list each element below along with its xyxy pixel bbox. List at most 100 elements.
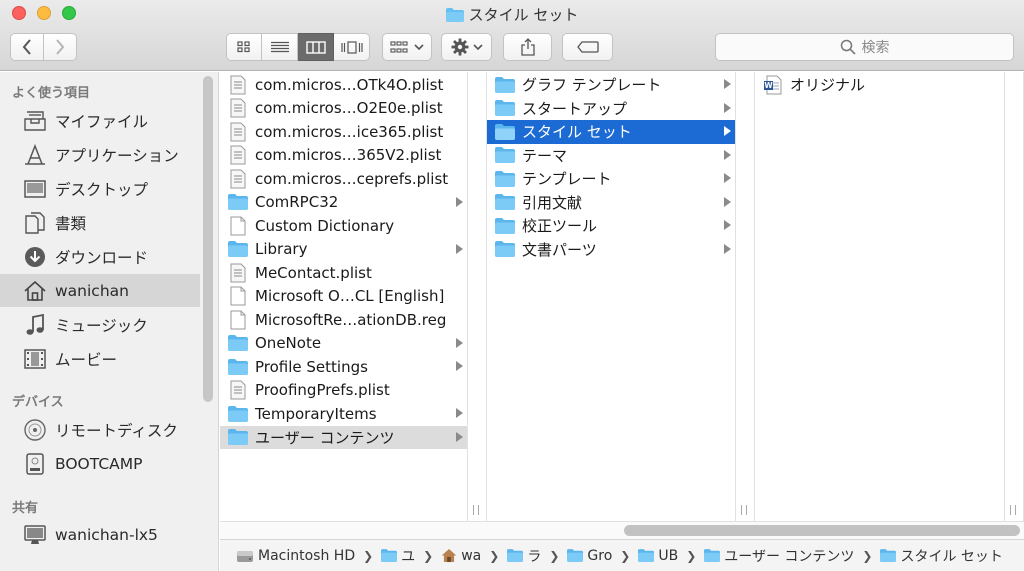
tags-button[interactable]: [562, 33, 613, 61]
column-view-button[interactable]: [298, 33, 334, 61]
column-2: グラフ テンプレート スタートアップ スタイル セット テーマ テンプレート 引…: [487, 72, 736, 521]
chevron-right-icon: [456, 361, 463, 371]
chevron-right-icon: [456, 431, 463, 442]
path-separator-icon: ❯: [620, 548, 631, 563]
forward-button[interactable]: [43, 33, 77, 61]
list-item[interactable]: 文書パーツ: [487, 238, 735, 262]
list-item[interactable]: com.micros…ceprefs.plist: [220, 167, 467, 191]
computer-icon: [23, 523, 47, 547]
svg-text:W: W: [764, 81, 773, 90]
hard-drive-icon: [236, 548, 254, 564]
chevron-down-icon: [472, 44, 483, 51]
list-item[interactable]: テンプレート: [487, 167, 735, 191]
arrange-button[interactable]: [382, 33, 432, 61]
list-icon: [270, 41, 289, 53]
path-item[interactable]: UB: [638, 548, 678, 564]
document-file-icon: [228, 216, 248, 236]
back-button[interactable]: [10, 33, 44, 61]
home-icon: [23, 279, 47, 303]
folder-icon: [567, 549, 584, 562]
search-field[interactable]: 検索: [715, 33, 1014, 61]
folder-icon: [495, 75, 515, 95]
list-item[interactable]: com.micros…OTk4O.plist: [220, 73, 467, 97]
list-item-selected[interactable]: ユーザー コンテンツ: [220, 425, 467, 449]
list-item[interactable]: 校正ツール: [487, 214, 735, 238]
sidebar-item-desktop[interactable]: デスクトップ: [0, 172, 200, 205]
sidebar-item-my-files[interactable]: マイファイル: [0, 104, 200, 137]
remote-disc-icon: [23, 418, 47, 442]
column-resize-handle[interactable]: [736, 72, 755, 521]
chevron-right-icon: [456, 408, 463, 418]
list-item[interactable]: テーマ: [487, 144, 735, 168]
sidebar-item-bootcamp[interactable]: BOOTCAMP: [0, 447, 200, 480]
cover-flow-view-button[interactable]: [334, 33, 370, 61]
horizontal-scrollbar[interactable]: [220, 521, 1024, 539]
list-item[interactable]: com.micros…365V2.plist: [220, 144, 467, 168]
path-separator-icon: ❯: [862, 548, 873, 563]
path-item[interactable]: ラ: [507, 546, 541, 566]
list-item[interactable]: スタートアップ: [487, 97, 735, 121]
sidebar-item-movies[interactable]: ムービー: [0, 342, 200, 375]
window-toolbar: スタイル セット 検索: [0, 0, 1024, 71]
sidebar-item-documents[interactable]: 書類: [0, 206, 200, 239]
list-item[interactable]: Custom Dictionary: [220, 214, 467, 238]
chevron-right-icon: [724, 79, 731, 89]
sidebar-scrollbar[interactable]: [203, 76, 213, 402]
list-item[interactable]: TemporaryItems: [220, 402, 467, 426]
folder-icon: [495, 192, 515, 212]
list-item[interactable]: MeContact.plist: [220, 261, 467, 285]
path-separator-icon: ❯: [423, 548, 434, 563]
list-item[interactable]: Microsoft O…CL [English]: [220, 285, 467, 309]
action-button[interactable]: [441, 33, 492, 61]
view-mode-control: [226, 33, 370, 61]
list-item[interactable]: Library: [220, 238, 467, 262]
resize-grip-icon: [1010, 505, 1016, 515]
chevron-right-icon: [724, 173, 731, 183]
list-view-button[interactable]: [262, 33, 298, 61]
folder-icon: [228, 192, 248, 212]
sidebar-item-downloads[interactable]: ダウンロード: [0, 240, 200, 273]
sidebar-item-wanichan-lx5[interactable]: wanichan-lx5: [0, 518, 200, 551]
folder-icon: [445, 8, 464, 26]
sidebar-item-home[interactable]: wanichan: [0, 274, 200, 307]
column-3: W オリジナル: [755, 72, 1005, 521]
share-button[interactable]: [503, 33, 552, 61]
arrange-icon: [390, 40, 408, 53]
list-item[interactable]: グラフ テンプレート: [487, 73, 735, 97]
folder-icon: [228, 333, 248, 353]
folder-icon: [495, 98, 515, 118]
document-file-icon: [228, 310, 248, 330]
path-item[interactable]: スタイル セット: [880, 546, 1003, 566]
folder-icon: [495, 122, 515, 142]
path-item[interactable]: Macintosh HD: [236, 548, 355, 564]
plist-file-icon: [228, 98, 248, 118]
path-item[interactable]: wa: [441, 548, 481, 564]
list-item[interactable]: ComRPC32: [220, 191, 467, 215]
path-item[interactable]: Gro: [567, 548, 612, 564]
icon-view-button[interactable]: [226, 33, 262, 61]
path-separator-icon: ❯: [686, 548, 697, 563]
sidebar-item-applications[interactable]: アプリケーション: [0, 138, 200, 171]
path-bar: Macintosh HD ❯ ユ ❯ wa ❯ ラ ❯ Gro ❯ UB ❯ ユ…: [220, 539, 1024, 571]
list-item[interactable]: com.micros…ice365.plist: [220, 120, 467, 144]
list-item[interactable]: ProofingPrefs.plist: [220, 379, 467, 403]
sidebar-item-remote-disc[interactable]: リモートディスク: [0, 413, 200, 446]
chevron-right-icon: [56, 39, 65, 55]
document-file-icon: [228, 286, 248, 306]
list-item[interactable]: W オリジナル: [755, 73, 1004, 97]
path-item[interactable]: ユ: [381, 546, 415, 566]
list-item[interactable]: Profile Settings: [220, 355, 467, 379]
list-item[interactable]: OneNote: [220, 332, 467, 356]
plist-file-icon: [228, 169, 248, 189]
sidebar-item-music[interactable]: ミュージック: [0, 308, 200, 341]
column-resize-handle[interactable]: [468, 72, 487, 521]
list-item[interactable]: MicrosoftRe…ationDB.reg: [220, 308, 467, 332]
list-item-selected[interactable]: スタイル セット: [487, 120, 735, 144]
path-item[interactable]: ユーザー コンテンツ: [704, 546, 854, 566]
list-item[interactable]: 引用文献: [487, 191, 735, 215]
chevron-right-icon: [456, 196, 463, 207]
chevron-down-icon: [414, 44, 424, 51]
column-resize-handle[interactable]: [1005, 72, 1024, 521]
horizontal-scrollbar-thumb[interactable]: [624, 525, 1020, 536]
list-item[interactable]: com.micros…O2E0e.plist: [220, 97, 467, 121]
